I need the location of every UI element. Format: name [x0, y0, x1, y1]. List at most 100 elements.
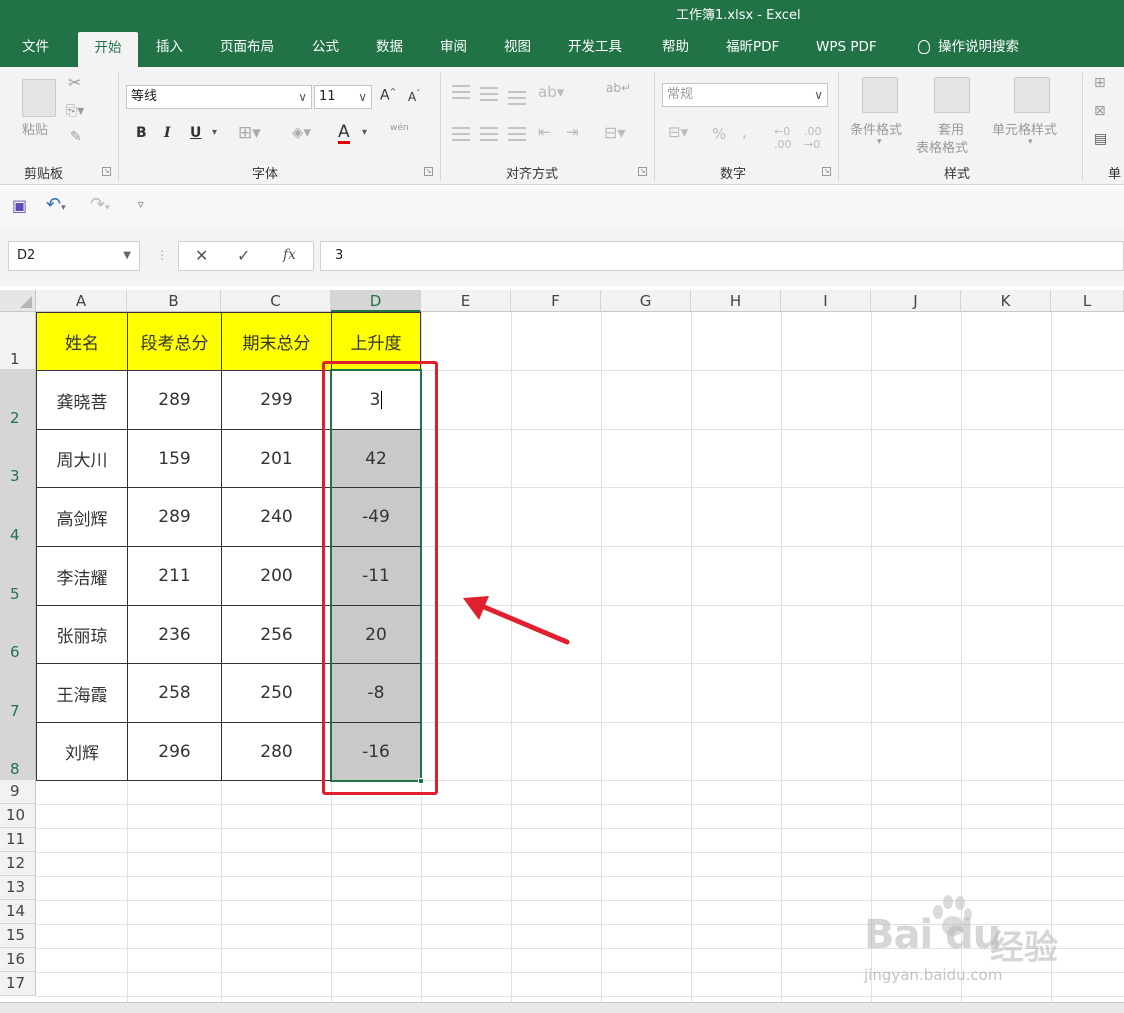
cell-styles-icon[interactable]: [1014, 77, 1050, 113]
cell-b4[interactable]: 289: [127, 487, 222, 547]
cell-c7[interactable]: 250: [221, 663, 332, 723]
tab-developer[interactable]: 开发工具: [562, 30, 628, 67]
cell-b6[interactable]: 236: [127, 605, 222, 664]
align-top-icon[interactable]: [452, 85, 470, 99]
column-header-i[interactable]: I: [781, 290, 871, 312]
tab-home[interactable]: 开始: [78, 32, 138, 67]
name-box[interactable]: D2 ▼: [8, 241, 140, 271]
comma-style-icon[interactable]: ,: [742, 123, 747, 141]
row-header-14[interactable]: 14: [0, 900, 36, 924]
tab-formulas[interactable]: 公式: [306, 30, 345, 67]
conditional-formatting-icon[interactable]: [862, 77, 898, 113]
copy-icon[interactable]: ⎘▾: [66, 103, 84, 119]
row-header-4[interactable]: 4: [0, 487, 36, 546]
tab-review[interactable]: 审阅: [434, 30, 473, 67]
formula-input[interactable]: 3: [320, 241, 1124, 271]
row-header-3[interactable]: 3: [0, 429, 36, 487]
align-center-icon[interactable]: [480, 127, 498, 141]
bold-button[interactable]: B: [136, 125, 147, 141]
format-as-table-icon[interactable]: [934, 77, 970, 113]
increase-decimal-icon[interactable]: ←0.00: [774, 125, 792, 151]
cell-c3[interactable]: 201: [221, 429, 332, 488]
merge-center-icon[interactable]: ⊟▾: [604, 123, 625, 142]
redo-icon[interactable]: ↷▾: [90, 194, 110, 215]
clipboard-launcher-icon[interactable]: ↘: [102, 167, 111, 176]
wrap-text-icon[interactable]: ab↵: [606, 81, 631, 95]
paste-icon[interactable]: [22, 79, 56, 117]
format-as-table-label-1[interactable]: 套用: [938, 119, 964, 138]
row-header-15[interactable]: 15: [0, 924, 36, 948]
font-color-icon[interactable]: A: [338, 123, 350, 144]
tell-me-search[interactable]: 操作说明搜索: [912, 30, 1025, 67]
cell-b7[interactable]: 258: [127, 663, 222, 723]
row-header-9[interactable]: 9: [0, 780, 36, 804]
phonetic-guide-icon[interactable]: wén: [390, 123, 409, 133]
cell-a1[interactable]: 姓名: [36, 312, 128, 371]
tab-help[interactable]: 帮助: [656, 30, 695, 67]
tab-file[interactable]: 文件: [16, 30, 55, 67]
cell-b3[interactable]: 159: [127, 429, 222, 488]
underline-button[interactable]: U: [190, 125, 201, 141]
accounting-format-icon[interactable]: ⊟▾: [668, 123, 688, 141]
fill-color-icon[interactable]: ◈▾: [292, 123, 311, 141]
column-header-k[interactable]: K: [961, 290, 1051, 312]
alignment-launcher-icon[interactable]: ↘: [638, 167, 647, 176]
cell-c8[interactable]: 280: [221, 722, 332, 781]
row-header-11[interactable]: 11: [0, 828, 36, 852]
italic-button[interactable]: I: [164, 125, 171, 141]
tab-insert[interactable]: 插入: [150, 30, 189, 67]
cell-b8[interactable]: 296: [127, 722, 222, 781]
align-right-icon[interactable]: [508, 127, 526, 141]
cell-a7[interactable]: 王海霞: [36, 663, 128, 723]
cell-b2[interactable]: 289: [127, 370, 222, 430]
cell-a5[interactable]: 李洁耀: [36, 546, 128, 606]
enter-icon[interactable]: ✓: [237, 246, 250, 265]
row-header-8[interactable]: 8: [0, 722, 36, 780]
decrease-decimal-icon[interactable]: .00 →0: [804, 125, 822, 151]
customize-qat-icon[interactable]: ▿: [138, 198, 144, 211]
increase-indent-icon[interactable]: ⇥: [566, 123, 579, 141]
orientation-icon[interactable]: ab▾: [538, 83, 564, 101]
row-header-6[interactable]: 6: [0, 605, 36, 663]
format-painter-icon[interactable]: ✎: [70, 129, 82, 145]
select-all-button[interactable]: [0, 290, 36, 312]
decrease-indent-icon[interactable]: ⇤: [538, 123, 551, 141]
font-size-combo[interactable]: 11 ∨: [314, 85, 372, 109]
grow-font-button[interactable]: A^: [380, 87, 396, 104]
row-header-1[interactable]: 1: [0, 312, 36, 370]
cut-icon[interactable]: ✂: [68, 73, 81, 92]
row-header-16[interactable]: 16: [0, 948, 36, 972]
cell-b5[interactable]: 211: [127, 546, 222, 606]
column-header-c[interactable]: C: [221, 290, 331, 312]
format-as-table-label-2[interactable]: 表格格式: [916, 137, 968, 156]
column-header-a[interactable]: A: [36, 290, 127, 312]
cell-a4[interactable]: 高剑辉: [36, 487, 128, 547]
row-header-17[interactable]: 17: [0, 972, 36, 996]
row-header-10[interactable]: 10: [0, 804, 36, 828]
cell-c1[interactable]: 期末总分: [221, 312, 332, 371]
align-left-icon[interactable]: [452, 127, 470, 141]
column-header-f[interactable]: F: [511, 290, 601, 312]
cell-c5[interactable]: 200: [221, 546, 332, 606]
tab-page-layout[interactable]: 页面布局: [214, 30, 280, 67]
chevron-down-icon[interactable]: ▾: [212, 127, 217, 138]
font-launcher-icon[interactable]: ↘: [424, 167, 433, 176]
formula-bar-grip-icon[interactable]: ⋮: [156, 248, 168, 262]
sheet-tabs-strip[interactable]: [0, 1002, 1124, 1013]
cell-a2[interactable]: 龚晓菩: [36, 370, 128, 430]
tab-data[interactable]: 数据: [370, 30, 409, 67]
tab-foxit-pdf[interactable]: 福昕PDF: [720, 30, 785, 67]
cell-a6[interactable]: 张丽琼: [36, 605, 128, 664]
row-header-12[interactable]: 12: [0, 852, 36, 876]
insert-function-icon[interactable]: fx: [283, 247, 296, 263]
row-header-7[interactable]: 7: [0, 663, 36, 722]
cell-a3[interactable]: 周大川: [36, 429, 128, 488]
cell-b1[interactable]: 段考总分: [127, 312, 222, 371]
column-header-b[interactable]: B: [127, 290, 221, 312]
row-header-5[interactable]: 5: [0, 546, 36, 605]
tab-view[interactable]: 视图: [498, 30, 537, 67]
row-header-13[interactable]: 13: [0, 876, 36, 900]
column-header-e[interactable]: E: [421, 290, 511, 312]
cell-c2[interactable]: 299: [221, 370, 332, 430]
font-name-combo[interactable]: 等线 ∨: [126, 85, 312, 109]
